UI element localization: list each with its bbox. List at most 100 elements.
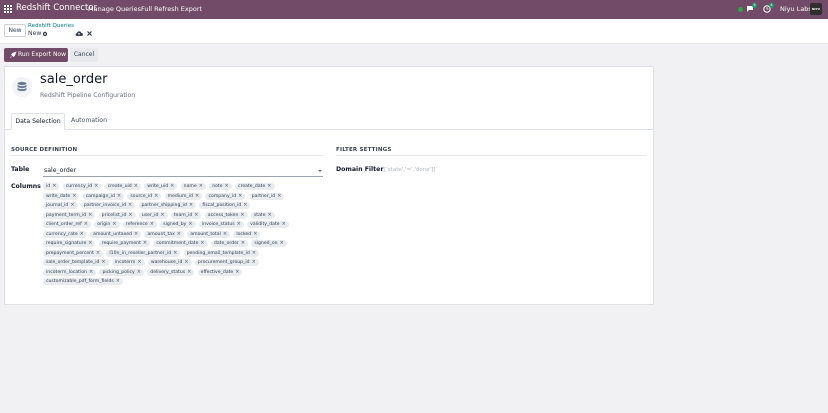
column-tag[interactable]: fiscal_position_id × [199,202,251,209]
remove-tag-icon[interactable]: × [89,269,93,276]
column-tag[interactable]: note × [209,183,232,190]
remove-tag-icon[interactable]: × [243,202,247,209]
column-tag[interactable]: payment_term_id × [43,211,96,219]
remove-tag-icon[interactable]: × [280,240,284,247]
menu-manage-queries[interactable]: Manage Queries [88,5,141,13]
remove-tag-icon[interactable]: × [137,269,141,276]
remove-tag-icon[interactable]: × [277,193,281,200]
user-avatar[interactable]: NIYU LABS [810,3,822,15]
remove-tag-icon[interactable]: × [116,278,120,285]
column-tag[interactable]: require_payment × [98,240,151,247]
remove-tag-icon[interactable]: × [241,240,245,247]
column-tag[interactable]: signed_on × [251,240,287,247]
remove-tag-icon[interactable]: × [143,240,147,247]
menu-full-refresh-export[interactable]: Full Refresh Export [141,5,202,13]
remove-tag-icon[interactable]: × [101,259,105,266]
column-tag[interactable]: signed_by × [160,221,196,228]
column-tag[interactable]: id × [43,183,60,190]
remove-tag-icon[interactable]: × [150,221,154,228]
remove-tag-icon[interactable]: × [235,269,239,276]
app-brand[interactable]: Redshift Connector [16,3,97,13]
remove-tag-icon[interactable]: × [96,250,100,257]
remove-tag-icon[interactable]: × [117,193,121,200]
remove-tag-icon[interactable]: × [282,221,286,228]
remove-tag-icon[interactable]: × [252,250,256,257]
remove-tag-icon[interactable]: × [189,202,193,209]
column-tag[interactable]: source_id × [127,192,162,200]
column-tag[interactable]: name × [180,183,206,190]
column-tag[interactable]: procurement_group_id × [194,259,259,266]
remove-tag-icon[interactable]: × [128,202,132,209]
column-tag[interactable]: customizable_pdf_form_fields × [43,278,123,285]
remove-tag-icon[interactable]: × [88,212,92,219]
remove-tag-icon[interactable]: × [237,221,241,228]
column-tag[interactable]: create_date × [235,183,275,190]
column-tag[interactable]: delivery_status × [147,268,195,276]
remove-tag-icon[interactable]: × [252,259,256,266]
remove-tag-icon[interactable]: × [173,250,177,257]
column-tag[interactable]: invoice_status × [198,221,244,228]
column-tag[interactable]: date_order × [210,240,249,247]
remove-tag-icon[interactable]: × [154,193,158,200]
save-cloud-icon[interactable] [75,30,83,37]
remove-tag-icon[interactable]: × [195,193,199,200]
remove-tag-icon[interactable]: × [52,183,56,190]
column-tag[interactable]: picking_policy × [99,268,144,276]
column-tag[interactable]: incoterm × [111,259,145,266]
columns-tag-list[interactable]: id × currency_id × create_uid × write_uid × name… [43,183,328,288]
column-tag[interactable]: partner_invoice_id × [80,202,136,209]
table-select[interactable]: sale_order [43,165,323,177]
remove-tag-icon[interactable]: × [223,231,227,238]
tab-automation[interactable]: Automation [66,113,112,130]
run-export-button[interactable]: Run Export Now [4,48,68,62]
remove-tag-icon[interactable]: × [194,212,198,219]
column-tag[interactable]: effective_date × [197,268,243,276]
tab-data-selection[interactable]: Data Selection [11,113,65,130]
remove-tag-icon[interactable]: × [253,231,257,238]
remove-tag-icon[interactable]: × [199,183,203,190]
breadcrumb-parent[interactable]: Redshift Queries [28,23,74,29]
column-tag[interactable]: currency_id × [62,183,102,190]
remove-tag-icon[interactable]: × [268,212,272,219]
column-tag[interactable]: create_uid × [104,183,141,190]
remove-tag-icon[interactable]: × [72,193,76,200]
column-tag[interactable]: sale_order_template_id × [43,259,109,266]
column-tag[interactable]: l10n_in_reseller_partner_id × [106,249,181,257]
remove-tag-icon[interactable]: × [134,231,138,238]
remove-tag-icon[interactable]: × [184,259,188,266]
gear-icon[interactable] [42,31,48,37]
column-tag[interactable]: commitment_date × [153,240,208,247]
column-tag[interactable]: partner_shipping_id × [138,202,197,209]
column-tag[interactable]: locked × [233,230,261,238]
record-title[interactable]: sale_order [40,72,108,87]
remove-tag-icon[interactable]: × [240,212,244,219]
column-tag[interactable]: write_date × [43,192,80,200]
column-tag[interactable]: state × [250,211,275,219]
apps-grid-icon[interactable] [4,5,12,13]
remove-tag-icon[interactable]: × [112,221,116,228]
remove-tag-icon[interactable]: × [187,269,191,276]
remove-tag-icon[interactable]: × [160,212,164,219]
column-tag[interactable]: amount_tax × [144,230,184,238]
column-tag[interactable]: require_signature × [43,240,96,247]
remove-tag-icon[interactable]: × [200,240,204,247]
remove-tag-icon[interactable]: × [94,183,98,190]
remove-tag-icon[interactable]: × [70,202,74,209]
column-tag[interactable]: amount_untaxed × [90,230,142,238]
remove-tag-icon[interactable]: × [177,231,181,238]
column-tag[interactable]: pricelist_id × [98,211,136,219]
remove-tag-icon[interactable]: × [134,183,138,190]
new-button[interactable]: New [4,24,26,37]
remove-tag-icon[interactable]: × [84,221,88,228]
column-tag[interactable]: pending_email_template_id × [183,249,260,257]
column-tag[interactable]: currency_rate × [43,230,87,238]
domain-filter-input[interactable]: [['state','=','done']] [382,167,435,173]
column-tag[interactable]: client_order_ref × [43,221,91,228]
remove-tag-icon[interactable]: × [188,221,192,228]
remove-tag-icon[interactable]: × [88,240,92,247]
column-tag[interactable]: warehouse_id × [147,259,192,266]
column-tag[interactable]: origin × [94,221,120,228]
remove-tag-icon[interactable]: × [225,183,229,190]
column-tag[interactable]: user_id × [138,211,168,219]
discard-icon[interactable] [86,30,93,37]
